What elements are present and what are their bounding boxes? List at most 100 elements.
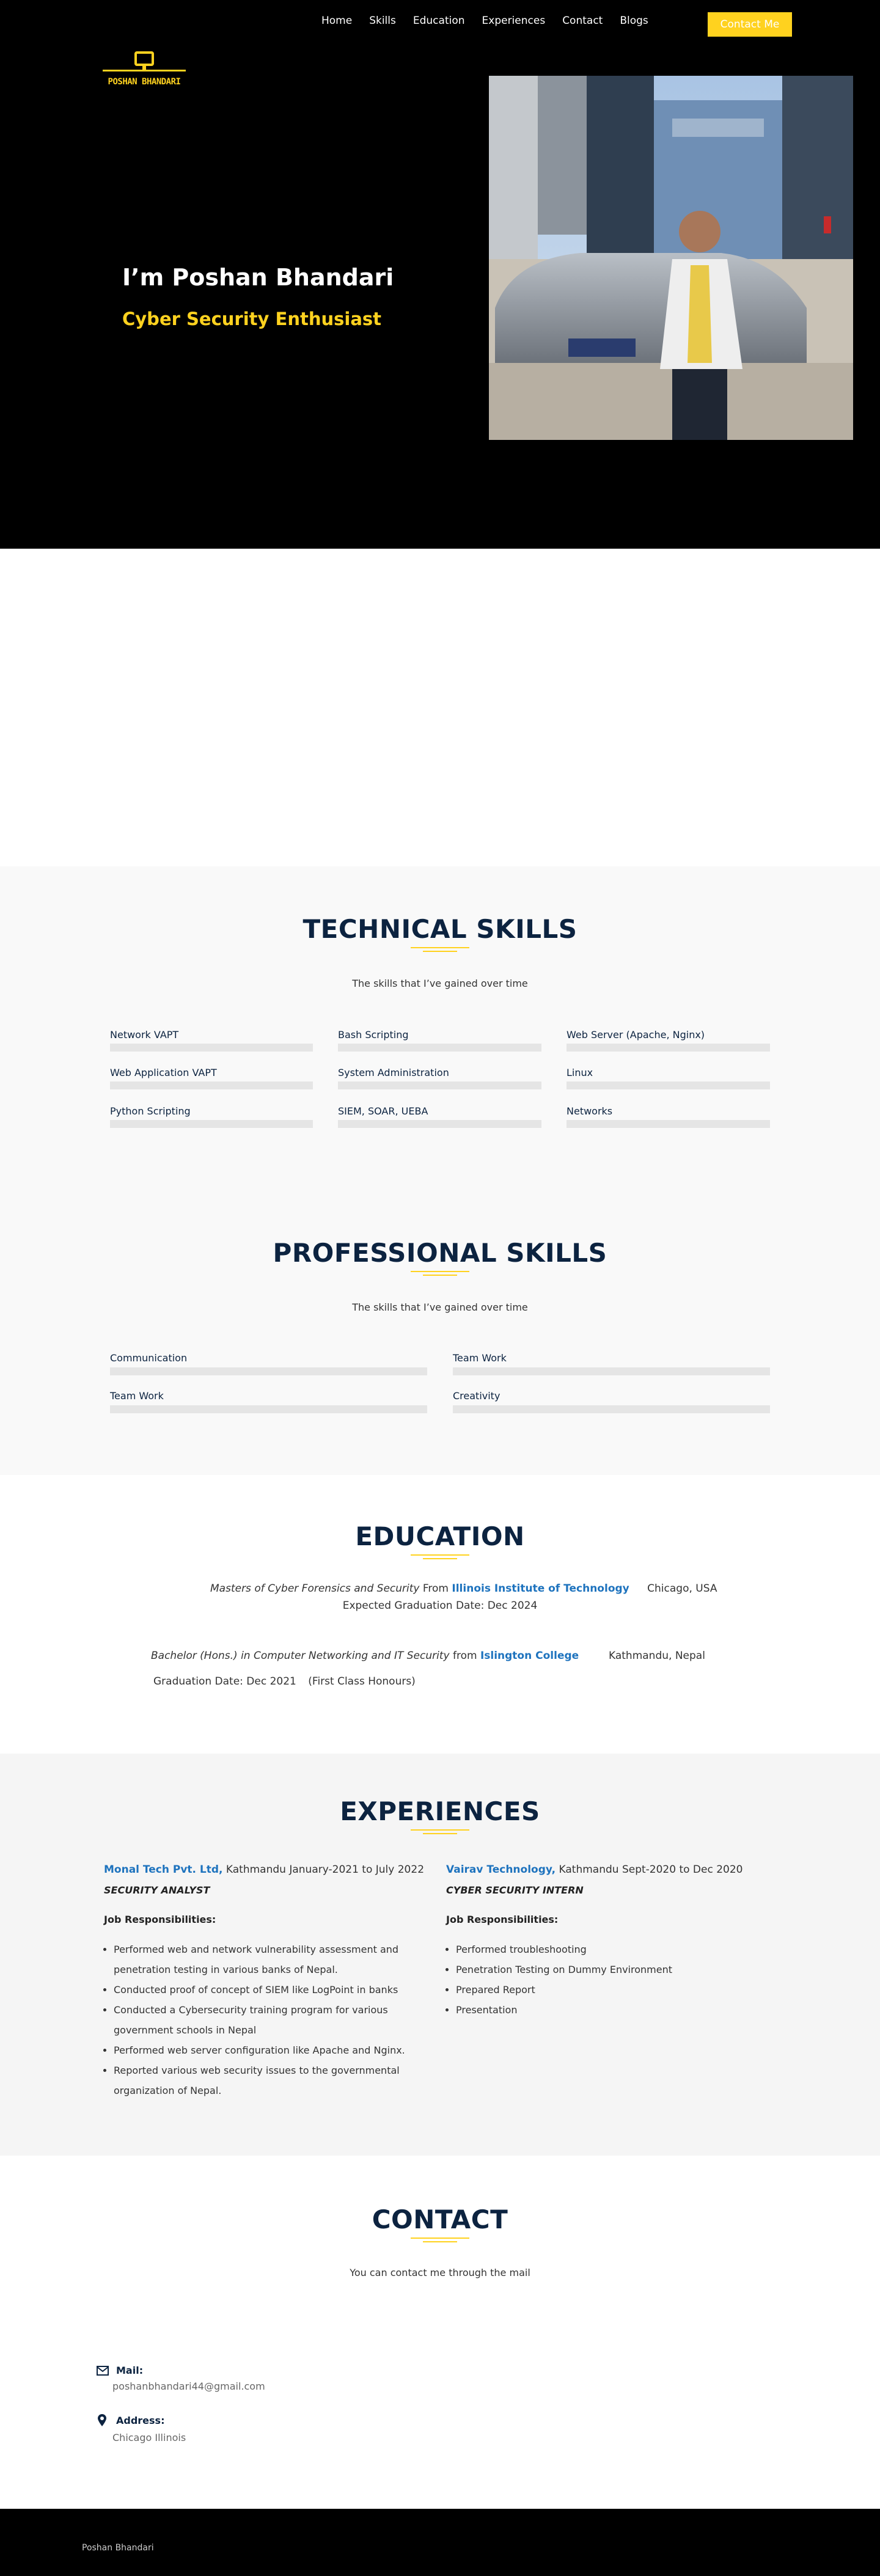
school-link[interactable]: Illinois Institute of Technology [452,1583,629,1595]
degree-name: Bachelor (Hons.) in Computer Networking … [151,1650,450,1662]
skill-label: Networks [566,1105,613,1117]
education-section: EDUCATION Masters of Cyber Forensics and… [0,1475,880,1754]
graduation-date: Graduation Date: Dec 2021 (First Class H… [153,1675,416,1688]
skill-bar [453,1367,770,1375]
list-item: Presentation [456,2000,750,2020]
logo-text: POSHAN BHANDARI [108,77,181,87]
skill-label: SIEM, SOAR, UEBA [338,1105,428,1117]
experiences-section: EXPERIENCES Monal Tech Pvt. Ltd, Kathman… [0,1754,880,2156]
location-text: Chicago, USA [647,1583,717,1595]
skill-bar [338,1120,541,1128]
nav-blogs[interactable]: Blogs [620,15,648,27]
list-item: Performed troubleshooting [456,1939,750,1959]
skill-bar [338,1081,541,1089]
skills-section: TECHNICAL SKILLS The skills that I’ve ga… [0,866,880,1475]
nav-education[interactable]: Education [413,15,465,27]
job-2-header: Vairav Technology, Kathmandu Sept-2020 t… [446,1864,743,1876]
photo-illustration [489,76,853,440]
skill-bar [338,1044,541,1052]
list-item: Performed web server configuration like … [114,2040,408,2060]
list-item: Reported various web security issues to … [114,2060,408,2101]
skill-label: Web Server (Apache, Nginx) [566,1029,705,1041]
skill-bar [110,1081,313,1089]
list-item: Performed web and network vulnerability … [114,1939,408,1980]
education-title: EDUCATION [355,1521,525,1551]
monitor-icon [103,51,186,71]
from-text: from [452,1650,477,1662]
hero-subtitle: Cyber Security Enthusiast [122,309,382,329]
responsibilities-list: Performed web and network vulnerability … [103,1939,408,2101]
skill-bar [110,1120,313,1128]
job-meta: Kathmandu January-2021 to July 2022 [222,1864,425,1876]
skill-bar [110,1367,427,1375]
list-item: Prepared Report [456,1980,750,2000]
mail-icon [97,2366,109,2376]
skill-label: Python Scripting [110,1105,191,1117]
contact-me-button[interactable]: Contact Me [708,12,792,37]
skill-label: Web Application VAPT [110,1067,217,1078]
title-underline [411,2238,469,2242]
location-text: Kathmandu, Nepal [609,1650,705,1662]
education-entry-1: Masters of Cyber Forensics and Security … [210,1583,717,1595]
blank-section [0,549,880,866]
responsibilities-list: Performed troubleshooting Penetration Te… [445,1939,750,2020]
professional-skills-title: PROFESSIONAL SKILLS [273,1238,607,1268]
footer-text: Poshan Bhandari [82,2543,154,2553]
title-underline [411,1829,469,1834]
skill-bar [566,1044,770,1052]
experiences-title: EXPERIENCES [340,1796,540,1826]
nav-skills[interactable]: Skills [369,15,396,27]
technical-skills-title: TECHNICAL SKILLS [302,914,578,944]
skill-bar [453,1405,770,1413]
site-logo[interactable]: POSHAN BHANDARI [100,51,188,94]
technical-skills-subtitle: The skills that I’ve gained over time [352,978,528,989]
location-pin-icon [98,2414,106,2426]
contact-subtitle: You can contact me through the mail [350,2267,530,2278]
responsibilities-label: Job Responsibilities: [446,1914,559,1925]
job-role: CYBER SECURITY INTERN [446,1884,584,1896]
skill-bar [110,1044,313,1052]
skill-label: Team Work [110,1390,164,1402]
hero-section: Home Skills Education Experiences Contac… [0,0,880,549]
company-name[interactable]: Vairav Technology, [446,1864,556,1876]
professional-skills-subtitle: The skills that I’ve gained over time [352,1301,528,1313]
title-underline [411,1554,469,1559]
nav-experiences[interactable]: Experiences [482,15,546,27]
footer: Poshan Bhandari [0,2509,880,2576]
degree-name: Masters of Cyber Forensics and Security [210,1583,420,1595]
contact-title: CONTACT [372,2205,508,2234]
skill-bar [566,1120,770,1128]
list-item: Conducted proof of concept of SIEM like … [114,1980,408,2000]
job-1-header: Monal Tech Pvt. Ltd, Kathmandu January-2… [104,1864,424,1876]
address-value: Chicago Illinois [112,2432,186,2443]
company-name[interactable]: Monal Tech Pvt. Ltd, [104,1864,223,1876]
honours-note: (First Class Honours) [308,1675,416,1688]
title-underline [411,1271,469,1276]
list-item: Penetration Testing on Dummy Environment [456,1959,750,1980]
school-link[interactable]: Islington College [480,1650,579,1662]
hero-title: I’m Poshan Bhandari [122,264,394,291]
skill-label: Network VAPT [110,1029,179,1041]
mail-value[interactable]: poshanbhandari44@gmail.com [112,2380,265,2392]
graduation-date-text: Graduation Date: Dec 2021 [153,1675,296,1688]
from-text: From [422,1583,449,1595]
address-label: Address: [116,2415,165,2426]
list-item: Conducted a Cybersecurity training progr… [114,2000,408,2040]
skill-label: Creativity [453,1390,501,1402]
nav-home[interactable]: Home [321,15,352,27]
mail-label: Mail: [116,2365,144,2376]
skill-label: Linux [566,1067,593,1078]
job-role: SECURITY ANALYST [104,1884,210,1896]
job-meta: Kathmandu Sept-2020 to Dec 2020 [556,1864,743,1876]
title-underline [411,947,469,952]
skill-bar [110,1405,427,1413]
skill-label: Team Work [453,1352,507,1364]
skill-label: System Administration [338,1067,449,1078]
graduation-date: Expected Graduation Date: Dec 2024 [342,1600,538,1612]
portrait-photo [489,76,853,440]
nav-contact[interactable]: Contact [562,15,603,27]
skill-bar [566,1081,770,1089]
contact-section: CONTACT You can contact me through the m… [0,2156,880,2509]
skill-label: Communication [110,1352,188,1364]
main-nav: Home Skills Education Experiences Contac… [321,15,666,27]
